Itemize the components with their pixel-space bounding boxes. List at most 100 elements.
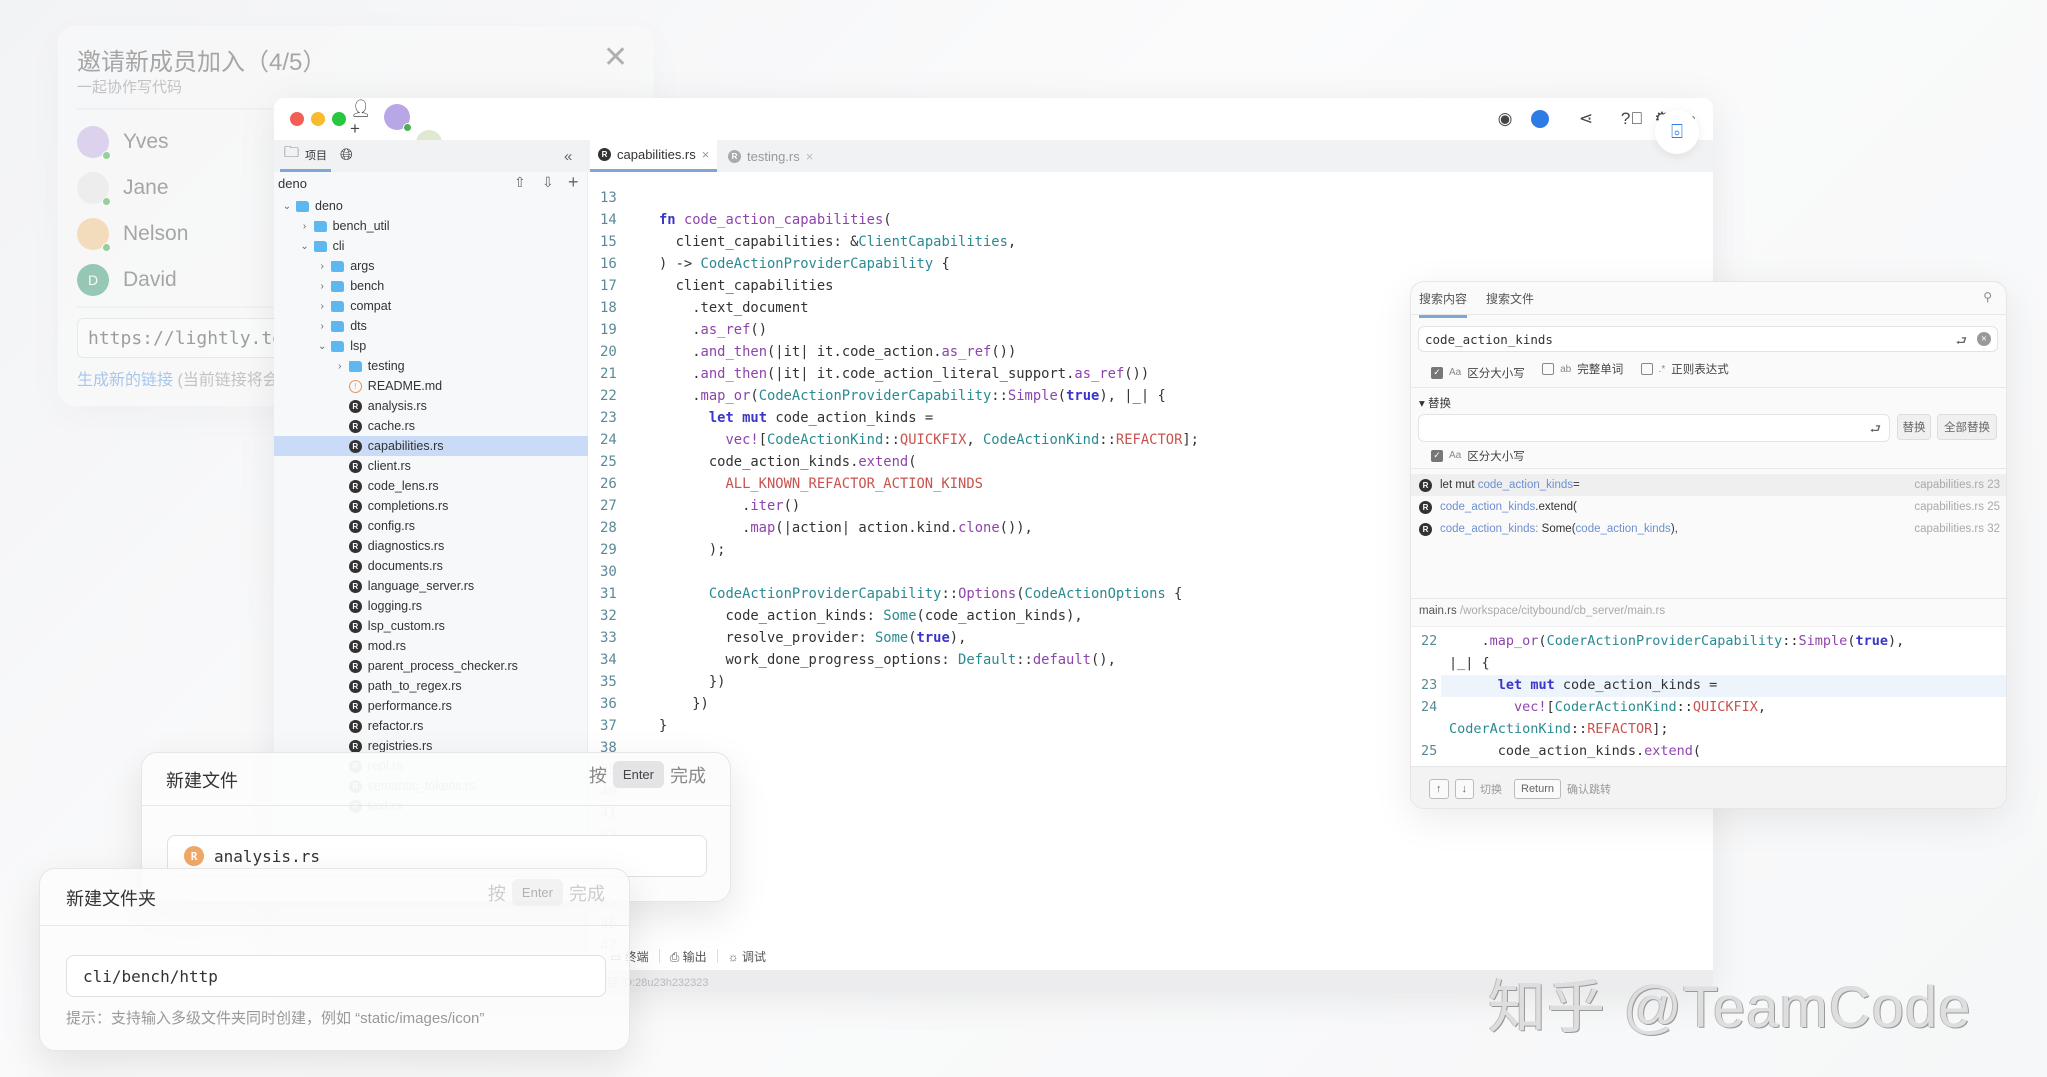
rust-icon: R — [1419, 501, 1432, 514]
line-number: 20 — [600, 344, 640, 360]
result-location: capabilities.rs 23 — [1914, 479, 2000, 491]
line-number: 34 — [600, 652, 640, 668]
result-location: capabilities.rs 32 — [1914, 523, 2000, 535]
line-number: 26 — [600, 476, 640, 492]
member-name: Nelson — [123, 222, 188, 246]
result-match: code_action_kinds — [1440, 501, 1535, 513]
enter-hint: 按Enter完成 — [589, 761, 706, 788]
search-result[interactable]: Rcode_action_kinds.extend(capabilities.r… — [1411, 496, 2007, 518]
invite-subtitle: 一起协作写代码 — [77, 76, 182, 97]
code-line[interactable]: code_action_kinds: Some(code_action_kind… — [659, 608, 1083, 624]
rust-icon: R — [1419, 479, 1432, 492]
search-result[interactable]: Rlet mut code_action_kinds= capabilities.… — [1411, 474, 2007, 496]
enter-icon: ⮐ — [1956, 332, 1967, 353]
code-line[interactable]: }) — [659, 696, 709, 712]
member-name: David — [123, 268, 177, 292]
line-number: 18 — [600, 300, 640, 316]
output-tab[interactable]: ⎙ 输出 — [670, 948, 707, 965]
code-line[interactable]: client_capabilities — [659, 278, 833, 294]
line-number: 15 — [600, 234, 640, 250]
member-row: Jane — [77, 168, 169, 208]
preview-header: main.rs /workspace/citybound/cb_server/m… — [1419, 605, 1665, 617]
line-number: 36 — [600, 696, 640, 712]
result-text: let mut code_action_kinds= — [1440, 479, 1580, 491]
invite-title: 邀请新成员加入（4/5） — [77, 42, 326, 77]
line-number: 13 — [600, 190, 640, 206]
printer-icon: ⎙ — [670, 950, 680, 964]
line-number: 19 — [600, 322, 640, 338]
replace-toggle[interactable]: ▾ 替换 — [1419, 395, 1451, 411]
code-line[interactable]: resolve_provider: Some(true), — [659, 630, 966, 646]
whole-word-option[interactable]: ab完整单词 — [1542, 361, 1623, 377]
checkbox — [1641, 363, 1653, 375]
checkbox-checked: ✓ — [1431, 367, 1443, 379]
search-input[interactable]: code_action_kinds⮐✕ — [1418, 326, 1998, 352]
clear-icon[interactable]: ✕ — [1977, 332, 1991, 346]
tab-search-files[interactable]: 搜索文件 — [1486, 290, 1534, 315]
result-match: code_action_kinds — [1478, 479, 1573, 491]
arrow-down-key[interactable]: ↓ — [1455, 779, 1475, 799]
line-number: 24 — [600, 432, 640, 448]
search-result[interactable]: Rcode_action_kinds: Some(code_action_kin… — [1411, 518, 2007, 540]
code-line[interactable]: .and_then(|it| it.code_action_literal_su… — [659, 366, 1149, 382]
preview-code: 22 .map_or(CoderActionProviderCapability… — [1411, 626, 2007, 766]
code-line[interactable]: client_capabilities: &ClientCapabilities… — [659, 234, 1016, 250]
return-key[interactable]: Return — [1514, 779, 1561, 799]
code-line[interactable]: let mut code_action_kinds = — [659, 410, 933, 426]
enter-hint: 按Enter完成 — [488, 879, 605, 906]
code-line[interactable]: .map_or(CodeActionProviderCapability::Si… — [659, 388, 1166, 404]
result-match: code_action_kinds — [1576, 523, 1671, 535]
checkbox — [1542, 363, 1554, 375]
pin-icon[interactable]: ⚲ — [1983, 290, 1992, 304]
dialog-title: 新建文件 — [166, 767, 238, 793]
code-line[interactable]: .text_document — [659, 300, 809, 316]
line-number: 21 — [600, 366, 640, 382]
replace-input[interactable]: ⮐ — [1418, 414, 1890, 442]
avatar — [77, 218, 109, 250]
code-line[interactable]: ) -> CodeActionProviderCapability { — [659, 256, 950, 272]
regen-note: (当前链接将会 — [177, 372, 278, 389]
rust-icon: R — [1419, 523, 1432, 536]
replace-button[interactable]: 替换 — [1897, 414, 1931, 440]
replace-match-case-option[interactable]: ✓Aa区分大小写 — [1431, 448, 1525, 464]
code-line[interactable]: .and_then(|it| it.code_action.as_ref()) — [659, 344, 1016, 360]
line-number: 28 — [600, 520, 640, 536]
regex-option[interactable]: .*正则表达式 — [1641, 361, 1729, 377]
close-icon[interactable]: ✕ — [603, 40, 628, 75]
code-line[interactable]: vec![CodeActionKind::QUICKFIX, CodeActio… — [659, 432, 1199, 448]
arrow-up-key[interactable]: ↑ — [1429, 779, 1449, 799]
code-line[interactable]: code_action_kinds.extend( — [659, 454, 917, 470]
code-line: vec![CoderActionKind::QUICKFIX, — [1449, 699, 1766, 715]
line-number: 16 — [600, 256, 640, 272]
match-case-option[interactable]: ✓Aa区分大小写 — [1431, 365, 1525, 381]
code-line[interactable]: CodeActionProviderCapability::Options(Co… — [659, 586, 1182, 602]
folder-tip: 提示：支持输入多级文件夹同时创建，例如 “static/images/icon” — [66, 1007, 484, 1028]
member-row: DDavid — [77, 260, 177, 300]
folder-path-input[interactable]: cli/bench/http — [66, 955, 606, 997]
code-line[interactable]: } — [659, 718, 667, 734]
code-line[interactable]: ALL_KNOWN_REFACTOR_ACTION_KINDS — [659, 476, 983, 492]
regen-link[interactable]: 生成新的链接 — [77, 372, 173, 389]
search-options: ✓Aa区分大小写 ab完整单词 .*正则表达式 — [1431, 361, 1743, 381]
result-text: code_action_kinds.extend( — [1440, 501, 1577, 513]
line-number: 35 — [600, 674, 640, 690]
dialog-title: 新建文件夹 — [66, 885, 156, 911]
line-number: 33 — [600, 630, 640, 646]
result-post: = — [1573, 479, 1580, 491]
result-pre: let mut — [1440, 479, 1478, 491]
debug-tab[interactable]: ☼ 调试 — [728, 948, 766, 965]
code-line[interactable]: .map(|action| action.kind.clone()), — [659, 520, 1033, 536]
code-line[interactable]: .as_ref() — [659, 322, 767, 338]
code-line[interactable]: ); — [659, 542, 725, 558]
member-name: Yves — [123, 130, 169, 154]
code-line: |_| { — [1449, 655, 1490, 671]
rust-icon: R — [184, 846, 204, 866]
new-folder-dialog: 新建文件夹 按Enter完成 cli/bench/http 提示：支持输入多级文… — [39, 868, 630, 1051]
code-line[interactable]: }) — [659, 674, 725, 690]
screenshot-icon[interactable]: ⌻ — [1655, 110, 1699, 154]
code-line: .map_or(CoderActionProviderCapability::S… — [1449, 633, 1904, 649]
code-line[interactable]: fn code_action_capabilities( — [659, 212, 892, 228]
code-line[interactable]: work_done_progress_options: Default::def… — [659, 652, 1116, 668]
code-line[interactable]: .iter() — [659, 498, 800, 514]
replace-all-button[interactable]: 全部替换 — [1937, 414, 1997, 440]
